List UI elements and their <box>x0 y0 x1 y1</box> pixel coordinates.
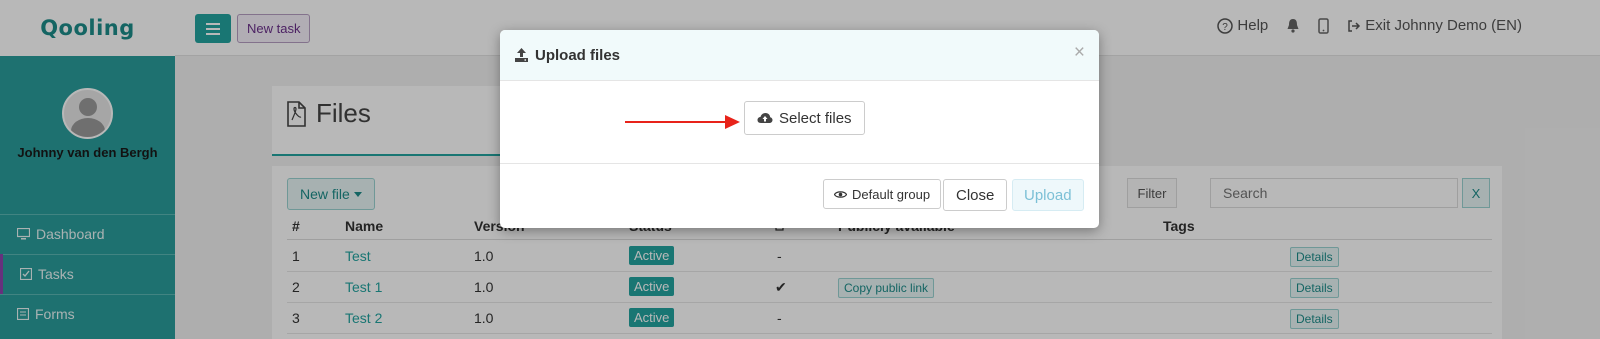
upload-icon <box>515 48 528 62</box>
red-arrow-annotation <box>625 115 740 129</box>
modal-body: Select files <box>500 81 1099 164</box>
select-files-button[interactable]: Select files <box>744 101 865 135</box>
default-group-button[interactable]: Default group <box>823 179 942 209</box>
eye-icon <box>834 190 847 198</box>
modal-footer: Default group Close Upload <box>500 164 1099 228</box>
modal-title: Upload files <box>535 46 621 64</box>
upload-button[interactable]: Upload <box>1012 179 1084 211</box>
close-button[interactable]: Close <box>943 179 1008 211</box>
modal-header: Upload files <box>500 30 1099 81</box>
upload-files-modal: Upload files × Select files Default grou… <box>500 30 1099 228</box>
modal-close-icon[interactable]: × <box>1074 43 1085 63</box>
select-files-label: Select files <box>779 109 852 127</box>
cloud-upload-icon <box>757 113 773 123</box>
default-group-label: Default group <box>852 186 931 202</box>
